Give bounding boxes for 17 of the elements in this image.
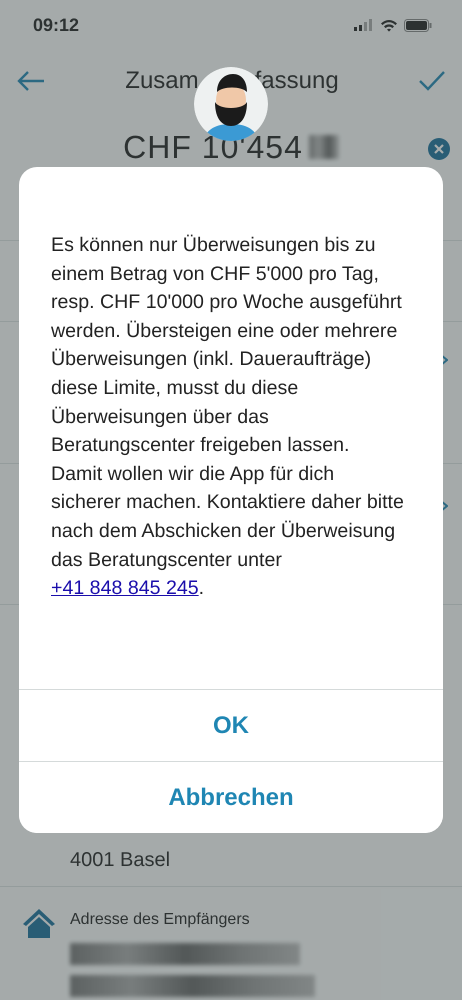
battery-icon	[404, 18, 432, 32]
status-time: 09:12	[33, 14, 80, 36]
chevron-icon[interactable]	[440, 500, 448, 512]
address-line: 4001 Basel	[69, 849, 170, 873]
back-arrow-icon[interactable]	[16, 70, 46, 92]
cancel-button[interactable]: Abbrechen	[19, 761, 443, 833]
phone-link[interactable]: +41 848 845 245	[51, 577, 199, 600]
wifi-icon	[380, 18, 398, 32]
checkmark-icon[interactable]	[418, 70, 446, 92]
clear-icon[interactable]	[428, 138, 450, 160]
signal-icon	[354, 19, 374, 31]
blurred-digits	[308, 135, 339, 159]
dialog-message: Es können nur Überweisungen bis zu einem Betrag von CHF 5'000 pro Tag, resp. CHF 10'000 pro Woche ausgeführt werden. Übersteigen eine oder mehrere Überweisungen (inkl. Daueraufträge) diese Limite, musst du diese Überweisungen über das Beratungscenter freigeben lassen. Damit wollen wir die App für dich sicherer machen. Kontaktiere daher bitte nach dem Abschicken der Überweisung das Beratungscenter unter +41 848 845 245.	[50, 233, 405, 602]
chevron-icon[interactable]	[440, 354, 448, 366]
recipient-address-label: Adresse des Empfängers	[70, 911, 251, 929]
house-icon	[22, 907, 56, 939]
nav-title: Zusam	[125, 67, 199, 95]
